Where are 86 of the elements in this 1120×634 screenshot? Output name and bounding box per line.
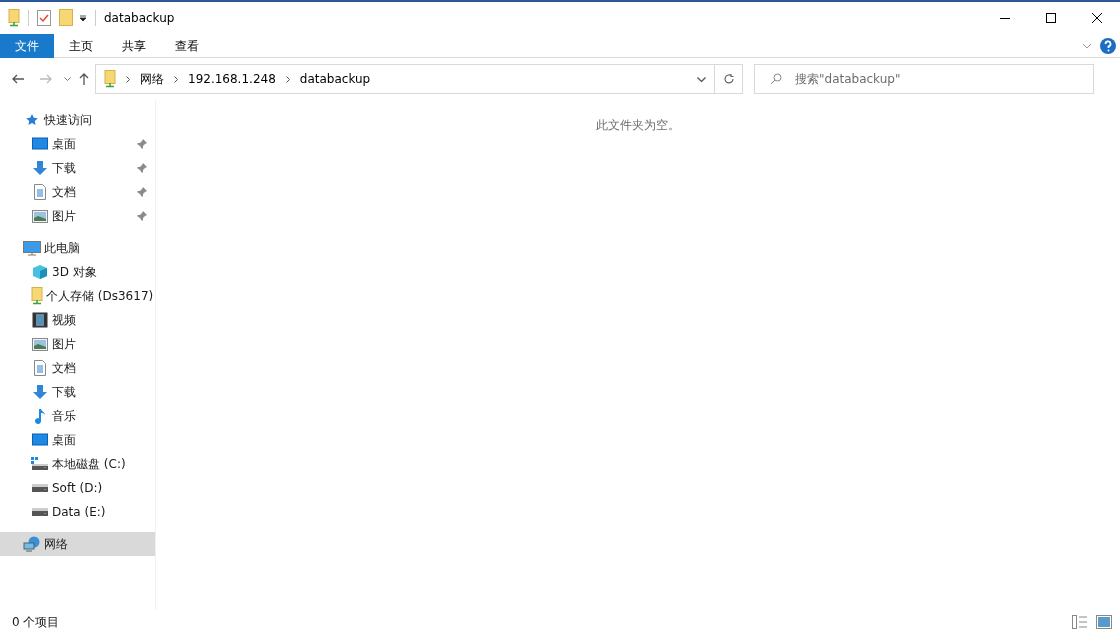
film-icon: [32, 312, 48, 328]
maximize-icon: [1046, 13, 1056, 23]
system-drive-icon: [31, 457, 49, 471]
nav-label: 快速访问: [44, 112, 92, 129]
down-arrow-icon: [32, 160, 48, 176]
nav-item[interactable]: 文档: [0, 180, 155, 204]
nav-item[interactable]: Data (E:): [0, 500, 155, 524]
nav-item[interactable]: 快速访问: [0, 108, 155, 132]
nav-label: Soft (D:): [52, 480, 103, 497]
nav-label: 3D 对象: [52, 264, 97, 281]
nav-label: 文档: [52, 360, 76, 377]
nav-label: 下载: [52, 384, 76, 401]
address-bar[interactable]: 网络 192.168.1.248 databackup: [95, 64, 715, 94]
nav-label: 个人存储 (Ds3617): [46, 288, 154, 305]
network-icon: [23, 536, 41, 552]
dropdown-icon[interactable]: [697, 76, 706, 82]
down-arrow-icon: [32, 384, 48, 400]
nav-label: 桌面: [52, 136, 76, 153]
network-folder-icon[interactable]: [8, 9, 20, 27]
chevron-icon[interactable]: [285, 75, 290, 83]
nav-item[interactable]: 图片: [0, 332, 155, 356]
empty-folder-message: 此文件夹为空。: [596, 117, 680, 132]
nav-label: 网络: [44, 536, 68, 553]
nav-item[interactable]: 网络: [0, 532, 155, 556]
nav-item[interactable]: Soft (D:): [0, 476, 155, 500]
nav-item[interactable]: 下载: [0, 156, 155, 180]
breadcrumb[interactable]: databackup: [299, 70, 371, 88]
nav-label: 音乐: [52, 408, 76, 425]
network-folder-icon: [30, 287, 44, 305]
nav-label: 视频: [52, 312, 76, 329]
close-icon: [1092, 13, 1102, 23]
nav-item[interactable]: 3D 对象: [0, 260, 155, 284]
dropdown-icon[interactable]: [79, 14, 87, 22]
chevron-icon[interactable]: [126, 75, 130, 83]
nav-item[interactable]: 本地磁盘 (C:): [0, 452, 155, 476]
ribbon-tab[interactable]: 共享: [107, 33, 160, 58]
nav-item[interactable]: 此电脑: [0, 236, 155, 260]
minimize-icon: [1000, 17, 1010, 19]
nav-item[interactable]: 桌面: [0, 132, 155, 156]
search-icon: [770, 73, 782, 85]
ribbon-tab[interactable]: 文件: [0, 33, 54, 58]
ribbon-tab[interactable]: 主页: [54, 33, 107, 58]
nav-label: 此电脑: [44, 240, 80, 257]
breadcrumb[interactable]: 网络: [140, 70, 164, 88]
network-folder-icon: [104, 70, 116, 88]
document-icon: [34, 184, 46, 200]
music-note-icon: [34, 408, 46, 424]
drive-icon: [32, 508, 48, 516]
nav-label: Data (E:): [52, 504, 106, 521]
properties-icon[interactable]: [37, 10, 51, 26]
nav-label: 桌面: [52, 432, 76, 449]
large-icons-view-icon[interactable]: [1096, 615, 1112, 629]
details-view-icon[interactable]: [1072, 615, 1088, 629]
nav-label: 图片: [52, 208, 76, 225]
cube-icon: [32, 264, 48, 280]
window-title: databackup: [104, 10, 175, 27]
nav-item[interactable]: 桌面: [0, 428, 155, 452]
ribbon-tab[interactable]: 查看: [160, 33, 213, 58]
picture-icon: [32, 209, 48, 223]
help-icon[interactable]: [1100, 37, 1116, 54]
nav-item[interactable]: 视频: [0, 308, 155, 332]
nav-label: 下载: [52, 160, 76, 177]
monitor-icon: [32, 433, 48, 447]
breadcrumb[interactable]: 192.168.1.248: [188, 70, 276, 88]
nav-label: 图片: [52, 336, 76, 353]
nav-item[interactable]: 个人存储 (Ds3617): [0, 284, 155, 308]
nav-label: 文档: [52, 184, 76, 201]
computer-icon: [23, 240, 41, 256]
up-arrow-icon[interactable]: [79, 73, 89, 85]
document-icon: [34, 360, 46, 376]
nav-item[interactable]: 下载: [0, 380, 155, 404]
picture-icon: [32, 337, 48, 351]
search-field[interactable]: 搜索"databackup": [754, 64, 1094, 94]
nav-label: 本地磁盘 (C:): [52, 456, 126, 473]
refresh-button[interactable]: [715, 64, 743, 94]
drive-icon: [32, 484, 48, 492]
refresh-icon: [722, 73, 735, 85]
star-icon: [25, 113, 39, 127]
caret-icon[interactable]: [64, 77, 71, 81]
nav-item[interactable]: 图片: [0, 204, 155, 228]
nav-item[interactable]: 文档: [0, 356, 155, 380]
monitor-icon: [32, 137, 48, 151]
nav-item[interactable]: 音乐: [0, 404, 155, 428]
chevron-icon[interactable]: [174, 75, 178, 83]
item-count: 0 个项目: [12, 614, 60, 631]
back-arrow-icon[interactable]: [12, 74, 24, 84]
